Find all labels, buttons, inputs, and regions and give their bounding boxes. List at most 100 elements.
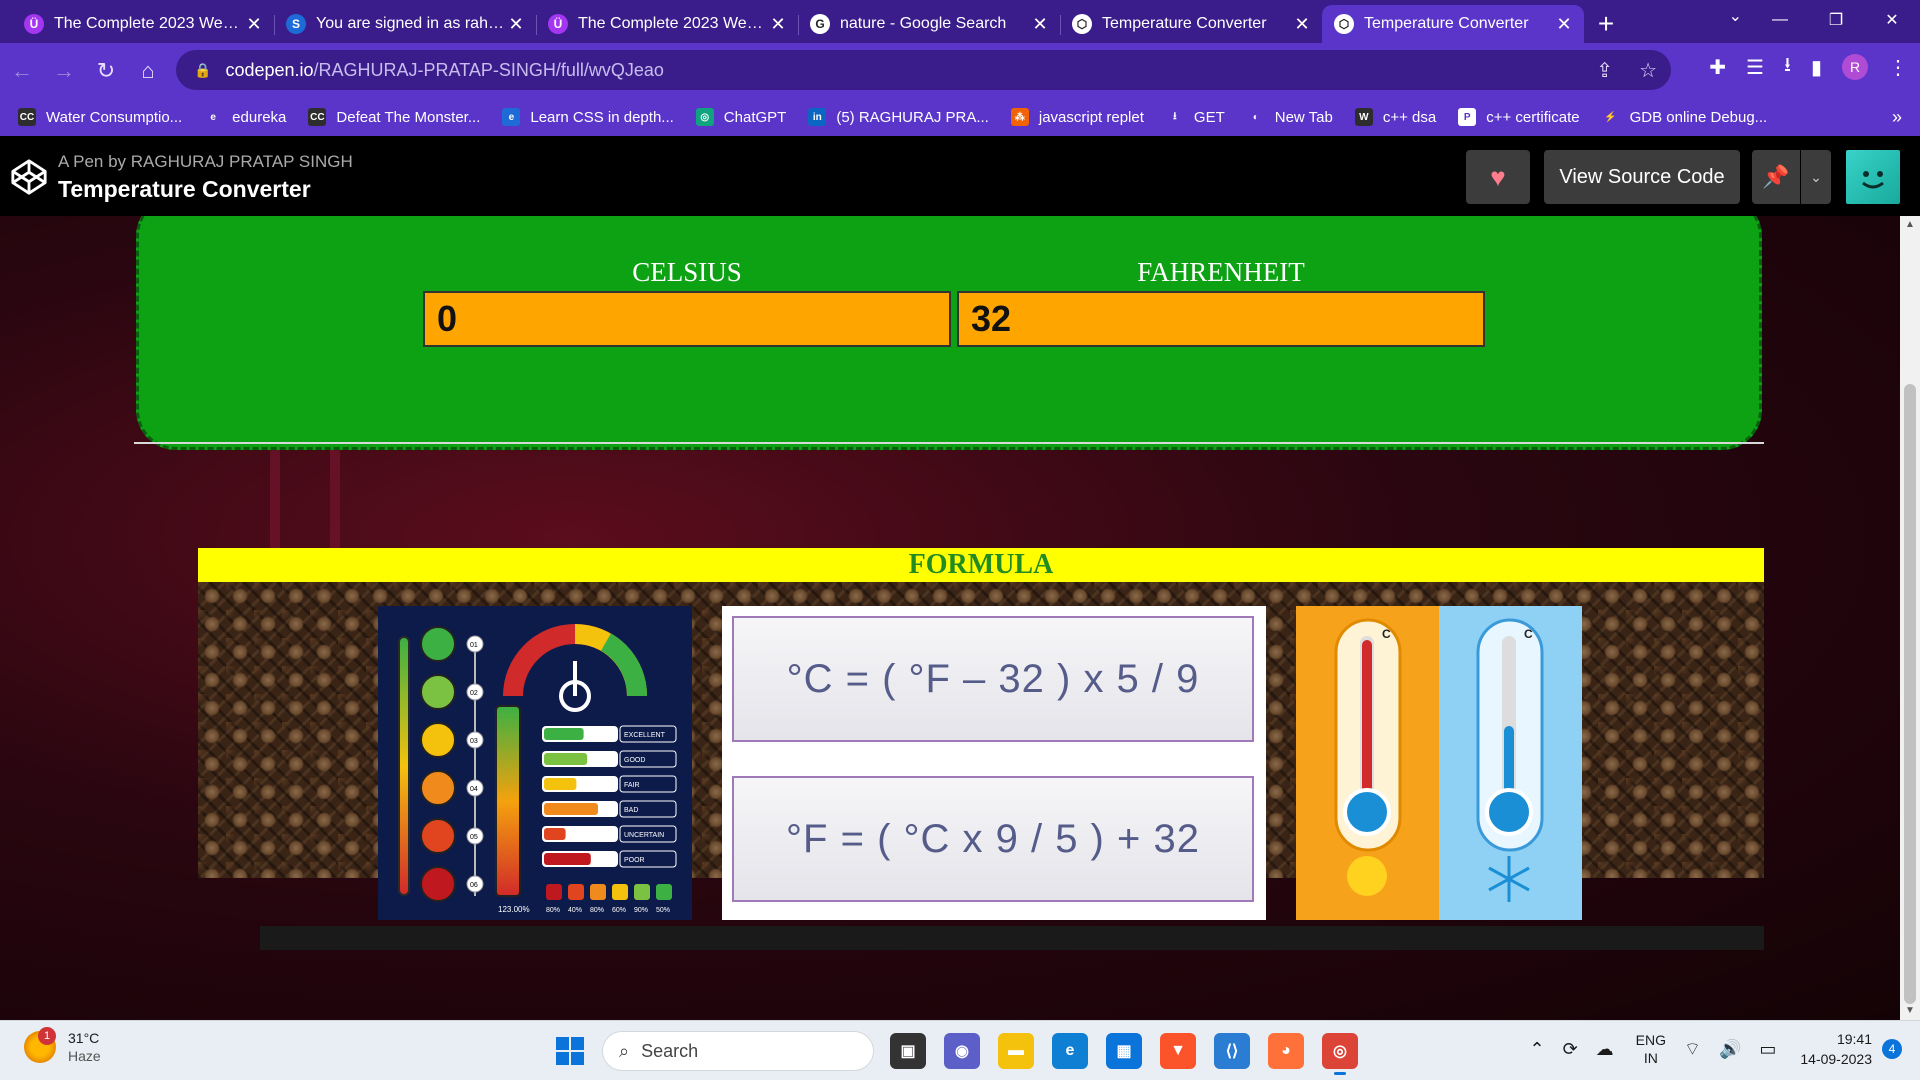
share-icon[interactable]: ⇪ — [1596, 58, 1613, 83]
level-label: 03 — [470, 738, 478, 745]
thermometer-image: C C — [1296, 606, 1582, 920]
scale-label: 90% — [634, 907, 648, 914]
taskbar-search-placeholder: Search — [641, 1040, 699, 1061]
teams-chat-icon[interactable]: ◉ — [944, 1033, 980, 1069]
system-tray: ⌃ ⟳ ☁ ENG IN ⌔ 🔊 ▭ 19:41 14-09-2023 4 — [1511, 1029, 1902, 1069]
chrome-icon[interactable]: ◎ — [1322, 1033, 1358, 1075]
bookmark-favicon-icon: W — [1354, 108, 1373, 126]
volume-icon[interactable]: 🔊 — [1719, 1039, 1741, 1060]
browser-tab[interactable]: S You are signed in as rahul.2 ✕ — [274, 5, 536, 43]
language-indicator[interactable]: ENG IN — [1636, 1031, 1666, 1067]
scale-label: 40% — [568, 907, 582, 914]
search-icon: ⌕ — [619, 1040, 630, 1061]
cloud-off-icon[interactable]: ☁ — [1596, 1039, 1614, 1060]
reading-list-icon[interactable]: ☰ — [1746, 55, 1764, 80]
bookmark-item[interactable]: CC Water Consumptio... — [18, 108, 182, 126]
tab-close-icon[interactable]: ✕ — [506, 14, 526, 35]
bookmark-favicon-icon: P — [1458, 108, 1477, 126]
notification-badge[interactable]: 4 — [1882, 1039, 1902, 1059]
tab-search-icon[interactable]: ⌄ — [1729, 6, 1742, 26]
reload-icon[interactable]: ↻ — [86, 51, 126, 91]
bookmark-star-icon[interactable]: ☆ — [1639, 58, 1657, 83]
minimize-button[interactable]: — — [1752, 0, 1808, 40]
side-panel-icon[interactable]: ▮ — [1811, 55, 1822, 80]
new-tab-button[interactable]: + — [1584, 5, 1628, 43]
weather-widget[interactable]: 1 31°C Haze — [24, 1027, 101, 1065]
user-avatar[interactable] — [1846, 150, 1900, 204]
bookmark-item[interactable]: ◐ New Tab — [1246, 108, 1333, 126]
pin-button[interactable]: 📌 — [1752, 150, 1800, 204]
tab-close-icon[interactable]: ✕ — [1030, 14, 1050, 35]
firefox-icon[interactable]: ◕ — [1268, 1033, 1304, 1069]
browser-tab[interactable]: ⬡ Temperature Converter ✕ — [1322, 5, 1584, 43]
rating-label: POOR — [624, 857, 645, 864]
scroll-up-icon[interactable]: ▲ — [1900, 216, 1920, 234]
battery-icon[interactable]: ▭ — [1759, 1039, 1776, 1060]
heart-button[interactable]: ♥ — [1466, 150, 1530, 204]
profile-avatar[interactable]: R — [1842, 54, 1868, 80]
brave-browser-icon[interactable]: ▼ — [1160, 1033, 1196, 1069]
fahrenheit-input[interactable]: 32 — [957, 291, 1485, 347]
bookmark-item[interactable]: CC Defeat The Monster... — [308, 108, 480, 126]
bookmark-item[interactable]: e Learn CSS in depth... — [502, 108, 674, 126]
scroll-down-icon[interactable]: ▼ — [1900, 1002, 1920, 1020]
address-bar[interactable]: 🔒 codepen.io/RAGHURAJ-PRATAP-SINGH/full/… — [176, 50, 1671, 90]
scroll-thumb[interactable] — [1904, 384, 1916, 1004]
bookmark-label: Learn CSS in depth... — [530, 108, 674, 126]
restore-button[interactable]: ❐ — [1808, 0, 1864, 40]
taskbar-search[interactable]: ⌕ Search — [602, 1031, 874, 1071]
back-icon[interactable]: ← — [2, 51, 42, 91]
fahrenheit-label: FAHRENHEIT — [1137, 257, 1305, 287]
tab-favicon-icon: ⬡ — [1072, 14, 1092, 34]
bookmark-item[interactable]: Wc++ dsa — [1354, 108, 1436, 126]
bookmark-item[interactable]: in (5) RAGHURAJ PRA... — [808, 108, 989, 126]
sync-icon[interactable]: ⟳ — [1563, 1039, 1578, 1060]
show-hidden-icons-icon[interactable]: ⌃ — [1529, 1039, 1544, 1060]
bookmark-item[interactable]: ⭳ GET — [1165, 108, 1225, 126]
forward-icon[interactable]: → — [44, 51, 84, 91]
clock[interactable]: 19:41 14-09-2023 — [1800, 1029, 1872, 1069]
bookmarks-overflow-icon[interactable]: » — [1892, 107, 1902, 128]
celsius-input[interactable]: 0 — [423, 291, 951, 347]
extensions-icon[interactable]: ✚ — [1709, 55, 1726, 80]
task-view-icon[interactable]: ▣ — [890, 1033, 926, 1069]
bookmark-item[interactable]: ◎ ChatGPT — [695, 108, 786, 126]
microsoft-store-icon[interactable]: ▦ — [1106, 1033, 1142, 1069]
bookmark-item[interactable]: ⁂ javascript replet — [1010, 108, 1144, 126]
celsius-unit-label: C — [1382, 627, 1391, 641]
browser-tab[interactable]: Ü The Complete 2023 Web De ✕ — [12, 5, 274, 43]
wifi-icon[interactable]: ⌔ — [1684, 1038, 1701, 1061]
windows-start-icon[interactable] — [556, 1037, 584, 1065]
pen-title: Temperature Converter — [58, 176, 311, 202]
tab-close-icon[interactable]: ✕ — [1554, 14, 1574, 35]
rating-bar-fill — [544, 728, 584, 740]
scale-swatch — [612, 884, 628, 900]
bookmark-item[interactable]: ⚡ GDB online Debug... — [1601, 108, 1767, 126]
browser-tab[interactable]: Ü The Complete 2023 Web De ✕ — [536, 5, 798, 43]
view-source-button[interactable]: View Source Code — [1544, 150, 1740, 204]
bookmark-item[interactable]: e edureka — [204, 108, 286, 126]
vscode-icon[interactable]: ⟨⟩ — [1214, 1033, 1250, 1069]
tab-close-icon[interactable]: ✕ — [768, 14, 788, 35]
level-label: 02 — [470, 690, 478, 697]
menu-kebab-icon[interactable]: ⋮ — [1888, 55, 1908, 80]
codepen-logo-icon[interactable] — [10, 158, 48, 196]
heart-icon: ♥ — [1490, 161, 1506, 192]
page-scrollbar[interactable]: ▲ ▼ — [1900, 216, 1920, 1020]
downloads-icon[interactable]: ⭳ — [1784, 50, 1791, 84]
pen-byline[interactable]: A Pen by RAGHURAJ PRATAP SINGH — [58, 152, 353, 172]
file-explorer-icon[interactable]: ▬ — [998, 1033, 1034, 1069]
smiley-avatar-icon — [1862, 171, 1884, 189]
tab-close-icon[interactable]: ✕ — [1292, 14, 1312, 35]
close-window-button[interactable]: ✕ — [1864, 0, 1920, 40]
pin-dropdown-button[interactable]: ⌄ — [1801, 150, 1831, 204]
tab-label: The Complete 2023 Web De — [54, 15, 244, 32]
edge-browser-icon[interactable]: e — [1052, 1033, 1088, 1069]
bookmark-item[interactable]: Pc++ certificate — [1458, 108, 1580, 126]
bookmark-favicon-icon: e — [502, 108, 521, 126]
browser-tab[interactable]: Gnature - Google Search ✕ — [798, 5, 1060, 43]
level-label: 04 — [470, 786, 478, 793]
browser-tab[interactable]: ⬡ Temperature Converter ✕ — [1060, 5, 1322, 43]
tab-close-icon[interactable]: ✕ — [244, 14, 264, 35]
home-icon[interactable]: ⌂ — [128, 51, 168, 91]
